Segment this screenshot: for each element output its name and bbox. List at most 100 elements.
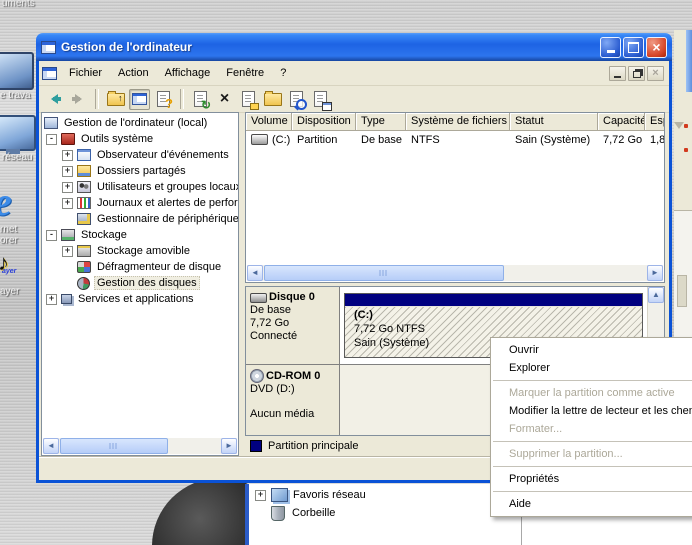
maximize-button[interactable] xyxy=(623,37,644,58)
refresh-button[interactable]: ↻ xyxy=(190,89,211,110)
mdi-close-button[interactable]: × xyxy=(647,66,664,81)
menu-action[interactable]: Action xyxy=(110,64,157,82)
mdi-restore-button[interactable] xyxy=(628,66,645,81)
media-player-icon[interactable]: ♪ ayer xyxy=(0,250,28,280)
mdi-child-icon[interactable] xyxy=(42,67,57,80)
search-button[interactable] xyxy=(286,89,307,110)
toolbar-separator xyxy=(95,89,99,109)
tree-item-label: Services et applications xyxy=(76,292,196,306)
menu-item-explorer[interactable]: Explorer xyxy=(491,359,692,377)
desktop-icon-label[interactable]: e trava xyxy=(0,90,31,101)
internet-explorer-icon[interactable]: e xyxy=(0,178,34,222)
column-header-espace-libre[interactable]: Espace libre xyxy=(645,113,665,131)
scroll-up-button[interactable]: ▲ xyxy=(648,287,664,303)
disk-type: De base xyxy=(250,304,337,317)
cdrom-drive-letter: DVD (D:) xyxy=(250,383,337,396)
tree-rows: Gestion de l'ordinateur (local) - Outils… xyxy=(42,115,238,439)
tree-item-observateur-evenements[interactable]: + Observateur d'événements xyxy=(42,147,238,163)
tree-horizontal-scrollbar[interactable]: ◄ ► xyxy=(43,438,237,454)
tree-item-label: Gestionnaire de périphériques xyxy=(95,212,238,226)
background-widget xyxy=(677,275,687,307)
tree-item-stockage-amovible[interactable]: + Stockage amovible xyxy=(42,243,238,259)
player-logo-text: ayer xyxy=(2,268,16,275)
scroll-right-button[interactable]: ► xyxy=(647,265,663,281)
expand-icon[interactable]: + xyxy=(62,246,73,257)
tree-item-utilisateurs-groupes[interactable]: + Utilisateurs et groupes locaux xyxy=(42,179,238,195)
menu-fenetre[interactable]: Fenêtre xyxy=(218,64,272,82)
desktop-icon-label[interactable]: réseau xyxy=(2,152,33,163)
volume-row-c[interactable]: (C:) Partition De base NTFS Sain (Systèm… xyxy=(246,131,664,148)
desktop-icon-label[interactable]: ayer xyxy=(0,286,19,297)
menu-item-proprietes[interactable]: Propriétés xyxy=(491,470,692,488)
tree-item-favoris-reseau[interactable]: + Favoris réseau xyxy=(255,487,366,503)
tree-item-gestion-des-disques[interactable]: Gestion des disques xyxy=(42,275,238,291)
close-button[interactable]: × xyxy=(646,37,667,58)
cdrom-info[interactable]: CD-ROM 0 DVD (D:) Aucun média xyxy=(246,365,340,435)
cdrom-media-status: Aucun média xyxy=(250,408,337,421)
menu-fichier[interactable]: Fichier xyxy=(61,64,110,82)
up-one-level-button[interactable]: ↑ xyxy=(105,89,126,110)
tree-item-defragmenteur[interactable]: Défragmenteur de disque xyxy=(42,259,238,275)
tree-item-computer-management[interactable]: Gestion de l'ordinateur (local) xyxy=(42,115,238,131)
partition-context-menu: Ouvrir Explorer Marquer la partition com… xyxy=(490,337,692,517)
forward-button[interactable] xyxy=(68,89,89,110)
console-tree-panel: Gestion de l'ordinateur (local) - Outils… xyxy=(41,112,239,456)
expand-icon[interactable]: + xyxy=(62,166,73,177)
properties-button[interactable] xyxy=(238,89,259,110)
recycle-bin-icon xyxy=(271,506,285,521)
title-bar[interactable]: Gestion de l'ordinateur × xyxy=(36,33,672,61)
maximize-glyph xyxy=(628,42,639,53)
column-header-type[interactable]: Type xyxy=(356,113,406,131)
column-header-statut[interactable]: Statut xyxy=(510,113,598,131)
tree-item-journaux-alertes[interactable]: + Journaux et alertes de performance xyxy=(42,195,238,211)
expand-icon[interactable]: + xyxy=(62,182,73,193)
delete-button[interactable]: × xyxy=(214,89,235,110)
mdi-minimize-button[interactable] xyxy=(609,66,626,81)
expand-icon[interactable]: + xyxy=(255,490,266,501)
collapse-icon[interactable]: - xyxy=(46,230,57,241)
column-header-volume[interactable]: Volume xyxy=(246,113,292,131)
mdi-controls: × xyxy=(609,66,666,81)
tree-item-gestionnaire-peripheriques[interactable]: Gestionnaire de périphériques xyxy=(42,211,238,227)
disk0-info[interactable]: Disque 0 De base 7,72 Go Connecté xyxy=(246,287,340,364)
show-hide-console-tree-button[interactable] xyxy=(129,89,150,110)
tree-item-dossiers-partages[interactable]: + Dossiers partagés xyxy=(42,163,238,179)
my-computer-icon[interactable] xyxy=(0,52,34,90)
tree-item-outils-systeme[interactable]: - Outils système xyxy=(42,131,238,147)
scrollbar-thumb[interactable] xyxy=(264,265,504,281)
network-places-icon[interactable] xyxy=(0,115,36,151)
desktop-icon-label[interactable]: rnet xyxy=(0,224,17,235)
hard-drive-icon xyxy=(251,134,268,145)
menu-affichage[interactable]: Affichage xyxy=(157,64,219,82)
column-header-capacite[interactable]: Capacité xyxy=(598,113,645,131)
minimize-button[interactable] xyxy=(600,37,621,58)
menu-item-aide[interactable]: Aide xyxy=(491,495,692,513)
scroll-left-button[interactable]: ◄ xyxy=(43,438,59,454)
menu-item-ouvrir[interactable]: Ouvrir xyxy=(491,341,692,359)
desktop-icon-label[interactable]: orer xyxy=(0,235,18,246)
tree-item-corbeille[interactable]: Corbeille xyxy=(271,505,335,521)
expand-icon[interactable]: + xyxy=(62,150,73,161)
expand-icon[interactable]: + xyxy=(46,294,57,305)
column-header-systeme-fichiers[interactable]: Système de fichiers xyxy=(406,113,510,131)
tree-item-label: Gestion de l'ordinateur (local) xyxy=(62,116,209,130)
collapse-icon[interactable]: - xyxy=(46,134,57,145)
scroll-right-button[interactable]: ► xyxy=(221,438,237,454)
export-list-button[interactable] xyxy=(310,89,331,110)
column-header-disposition[interactable]: Disposition xyxy=(292,113,356,131)
scroll-left-button[interactable]: ◄ xyxy=(247,265,263,281)
menu-aide[interactable]: ? xyxy=(272,64,294,82)
help-button[interactable]: ? xyxy=(153,89,174,110)
volume-list-horizontal-scrollbar[interactable]: ◄ ► xyxy=(247,265,663,281)
scrollbar-thumb[interactable] xyxy=(60,438,168,454)
system-tools-icon xyxy=(61,133,75,145)
tree-item-services-applications[interactable]: + Services et applications xyxy=(42,291,238,307)
gray-arrow-icon xyxy=(674,122,684,134)
menu-item-modifier-lettre[interactable]: Modifier la lettre de lecteur et les che… xyxy=(491,402,692,420)
back-button[interactable] xyxy=(44,89,65,110)
tree-item-stockage[interactable]: - Stockage xyxy=(42,227,238,243)
expand-icon[interactable]: + xyxy=(62,198,73,209)
open-folder-button[interactable] xyxy=(262,89,283,110)
disk-icon xyxy=(250,293,267,303)
window-title: Gestion de l'ordinateur xyxy=(61,40,598,54)
